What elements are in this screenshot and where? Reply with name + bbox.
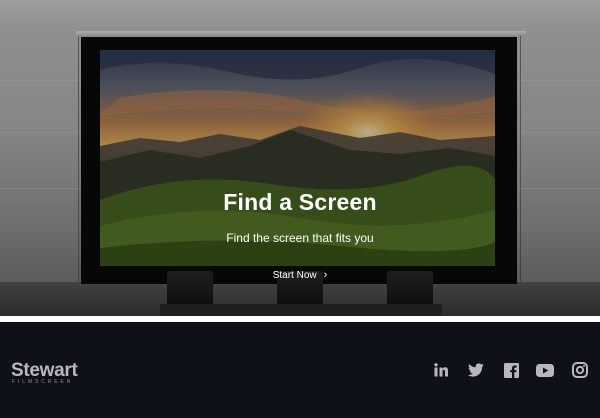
logo-subtext: FILMSCREEN — [12, 379, 74, 385]
linkedin-link[interactable] — [432, 361, 450, 379]
start-now-link[interactable]: Start Now › — [262, 266, 338, 284]
youtube-icon — [536, 363, 554, 377]
facebook-link[interactable] — [502, 361, 520, 379]
start-now-label: Start Now — [272, 269, 317, 281]
facebook-icon — [503, 362, 519, 378]
instagram-link[interactable] — [571, 361, 589, 379]
linkedin-icon — [434, 363, 448, 377]
hero-banner: Find a Screen Find the screen that fits … — [0, 0, 600, 316]
logo-wordmark: Stewart — [11, 360, 78, 381]
twitter-link[interactable] — [467, 361, 485, 379]
youtube-link[interactable] — [536, 361, 554, 379]
instagram-icon — [572, 362, 588, 378]
chevron-right-icon: › — [323, 268, 328, 281]
stewart-logo[interactable]: Stewart FILMSCREEN — [11, 360, 111, 385]
site-footer: Stewart FILMSCREEN — [0, 322, 600, 418]
hero-subtitle: Find the screen that fits you — [226, 231, 374, 245]
twitter-icon — [468, 363, 484, 377]
hero-title: Find a Screen — [223, 189, 377, 215]
